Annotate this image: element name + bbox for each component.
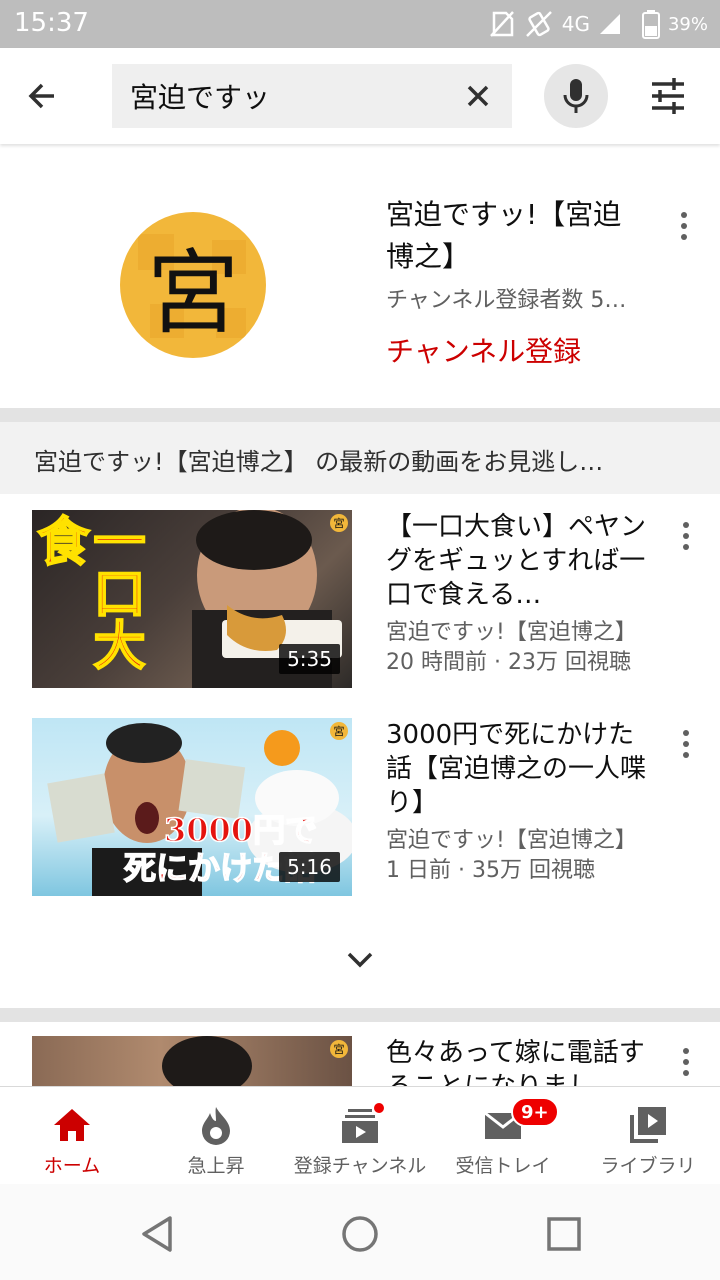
nav-trending[interactable]: 急上昇 bbox=[156, 1087, 276, 1185]
video-meta: 1 日前 · 35万 回視聴 bbox=[386, 858, 595, 883]
video-item[interactable]: 一口大食 宮 5:35 【一口大食い】ペヤングをギュッとすれば一口で食える… 宮… bbox=[0, 510, 720, 690]
video-thumbnail[interactable]: 一口大食 宮 5:35 bbox=[32, 510, 352, 688]
channel-watermark: 宮 bbox=[330, 722, 348, 740]
nav-inbox[interactable]: 9+ 受信トレイ bbox=[446, 1087, 560, 1185]
recents-square-icon[interactable] bbox=[546, 1216, 582, 1252]
expand-chevron-icon[interactable] bbox=[340, 944, 380, 976]
back-triangle-icon[interactable] bbox=[138, 1214, 178, 1254]
flame-icon bbox=[198, 1101, 234, 1149]
nav-library[interactable]: ライブラリ bbox=[590, 1087, 706, 1185]
signal-icon bbox=[598, 12, 622, 36]
more-options-icon[interactable] bbox=[674, 724, 698, 764]
section-title: 宮迫ですッ!【宮迫博之】 の最新の動画をお見逃し… bbox=[34, 448, 604, 476]
channel-subscriber-count: チャンネル登録者数 5… bbox=[386, 288, 627, 313]
video-channel-name: 宮迫ですッ!【宮迫博之】 bbox=[386, 828, 637, 853]
subscribe-button[interactable]: チャンネル登録 bbox=[386, 330, 581, 370]
home-circle-icon[interactable] bbox=[340, 1214, 380, 1254]
subscriptions-icon bbox=[340, 1101, 386, 1149]
vibrate-icon bbox=[524, 9, 554, 39]
thumbnail-art bbox=[162, 1036, 252, 1086]
search-input[interactable] bbox=[130, 74, 450, 118]
channel-name[interactable]: 宮迫ですッ!【宮迫博之】 bbox=[386, 194, 646, 278]
video-title[interactable]: 3000円で死にかけた話【宮迫博之の一人喋り】 bbox=[386, 718, 656, 820]
channel-avatar[interactable]: 宮 bbox=[120, 212, 266, 358]
clear-icon[interactable] bbox=[460, 78, 496, 114]
video-title[interactable]: 色々あって嫁に電話することになりまし… bbox=[386, 1036, 656, 1086]
nav-label: ライブラリ bbox=[600, 1155, 696, 1177]
search-box[interactable] bbox=[112, 64, 512, 128]
notification-dot bbox=[372, 1101, 386, 1115]
video-title[interactable]: 【一口大食い】ペヤングをギュッとすれば一口で食える… bbox=[386, 510, 656, 612]
no-sim-icon bbox=[488, 9, 516, 39]
mic-icon[interactable] bbox=[544, 64, 608, 128]
video-duration: 5:16 bbox=[279, 852, 340, 882]
bottom-navigation: ホーム 急上昇 登録チャンネル 9+ 受信トレイ ライブラリ bbox=[0, 1086, 720, 1184]
section-divider bbox=[0, 1008, 720, 1022]
inbox-count-badge: 9+ bbox=[511, 1097, 559, 1127]
video-thumbnail[interactable]: 宮 bbox=[32, 1036, 352, 1086]
more-options-icon[interactable] bbox=[672, 206, 696, 246]
nav-subscriptions[interactable]: 登録チャンネル bbox=[288, 1087, 432, 1185]
home-icon bbox=[52, 1101, 92, 1149]
more-options-icon[interactable] bbox=[674, 1042, 698, 1082]
nav-label: 急上昇 bbox=[187, 1155, 245, 1177]
nav-label: 受信トレイ bbox=[455, 1155, 551, 1177]
channel-watermark: 宮 bbox=[330, 514, 348, 532]
video-duration: 5:35 bbox=[279, 644, 340, 674]
video-item[interactable]: 3000円で 死にかけた話 宮 5:16 3000円で死にかけた話【宮迫博之の一… bbox=[0, 718, 720, 898]
network-type: 4G bbox=[561, 12, 590, 36]
more-options-icon[interactable] bbox=[674, 516, 698, 556]
video-meta: 20 時間前 · 23万 回視聴 bbox=[386, 650, 631, 675]
section-divider bbox=[0, 408, 720, 422]
thumbnail-text: 3000円で bbox=[163, 811, 318, 849]
search-bar bbox=[0, 48, 720, 144]
video-channel-name: 宮迫ですッ!【宮迫博之】 bbox=[386, 620, 637, 645]
filter-icon[interactable] bbox=[648, 76, 696, 116]
video-item[interactable]: 宮 色々あって嫁に電話することになりまし… bbox=[0, 1036, 720, 1086]
video-thumbnail[interactable]: 3000円で 死にかけた話 宮 5:16 bbox=[32, 718, 352, 896]
thumbnail-text: 一口大食 bbox=[32, 513, 146, 671]
channel-watermark: 宮 bbox=[330, 1040, 348, 1058]
library-icon bbox=[628, 1101, 668, 1149]
status-bar: 15:37 4G 39% bbox=[0, 0, 720, 48]
status-time: 15:37 bbox=[14, 8, 89, 38]
system-navigation-bar bbox=[0, 1184, 720, 1280]
back-arrow-icon[interactable] bbox=[24, 72, 88, 120]
avatar-glyph: 宮 bbox=[146, 239, 239, 347]
nav-label: ホーム bbox=[43, 1155, 101, 1177]
mail-icon: 9+ bbox=[483, 1097, 559, 1149]
battery-icon bbox=[641, 9, 660, 39]
battery-percent: 39% bbox=[667, 13, 708, 35]
nav-home[interactable]: ホーム bbox=[14, 1087, 130, 1185]
section-header: 宮迫ですッ!【宮迫博之】 の最新の動画をお見逃し… bbox=[0, 422, 720, 494]
channel-card[interactable]: 宮 宮迫ですッ!【宮迫博之】 チャンネル登録者数 5… チャンネル登録 bbox=[0, 144, 720, 408]
nav-label: 登録チャンネル bbox=[293, 1155, 427, 1177]
